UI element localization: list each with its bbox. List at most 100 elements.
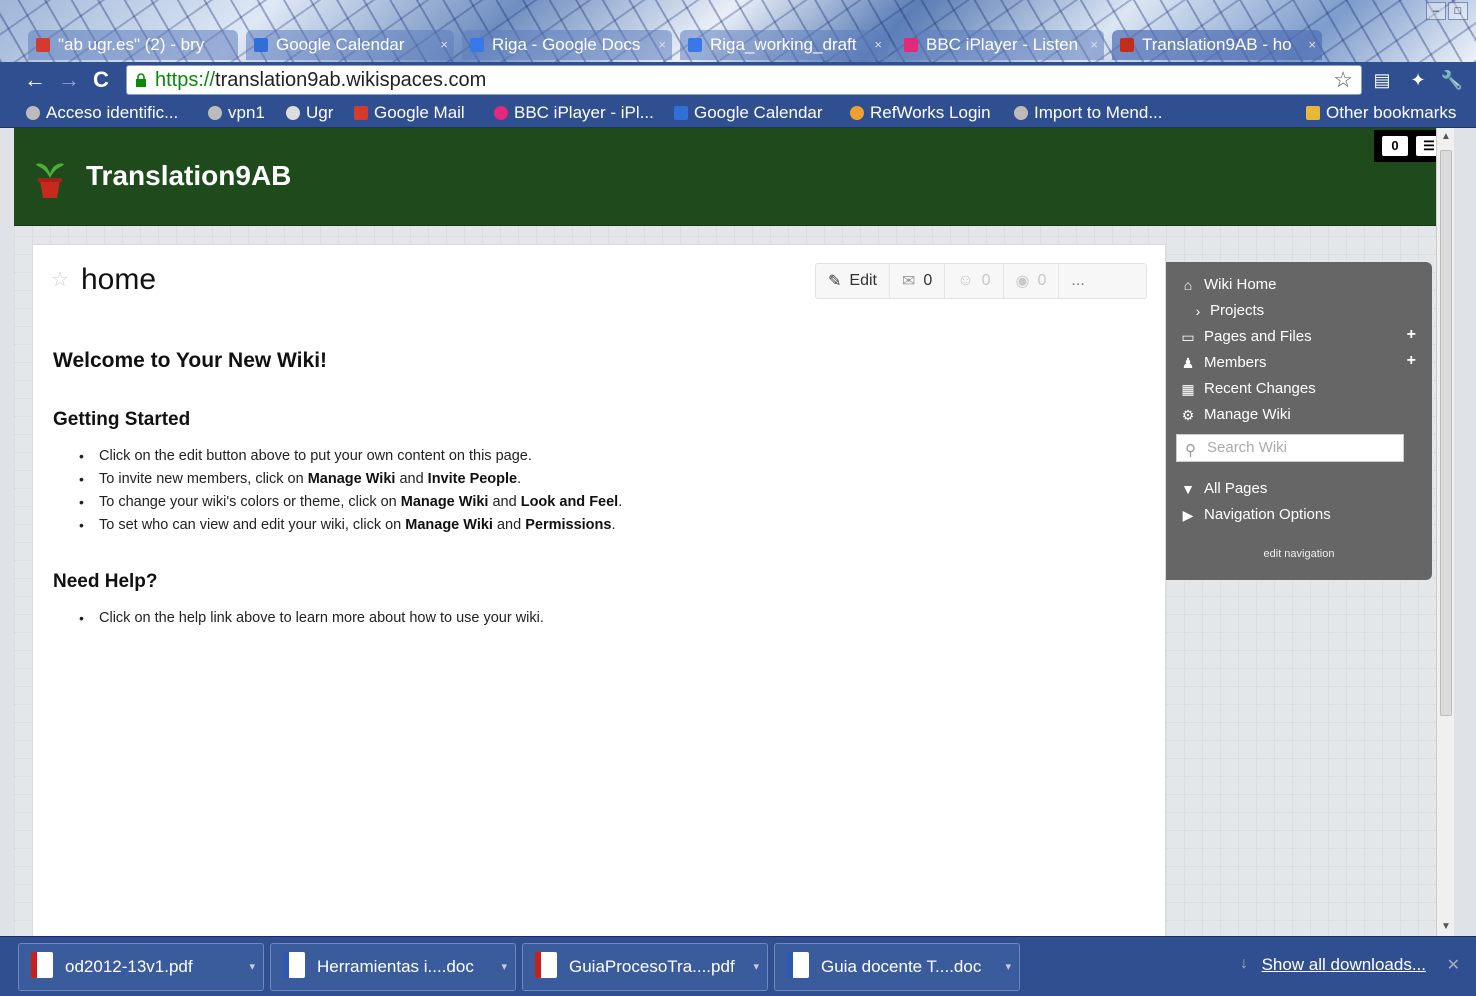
- edit-button[interactable]: ✎ Edit: [816, 264, 890, 298]
- nav-navigation-options[interactable]: ▶ Navigation Options: [1180, 504, 1331, 526]
- other-bookmarks-label: Other bookmarks: [1326, 103, 1457, 122]
- page-scrollbar[interactable]: ▲ ▼: [1436, 128, 1454, 936]
- bookmark-item[interactable]: Acceso identific...: [24, 102, 178, 124]
- tab-translation9ab[interactable]: Translation9AB - ho ×: [1112, 30, 1322, 60]
- scroll-thumb[interactable]: [1440, 150, 1452, 716]
- nav-all-pages[interactable]: ▼ All Pages: [1180, 478, 1267, 500]
- follow-button[interactable]: ◉ 0: [1004, 264, 1060, 298]
- pdf-file-icon: [535, 952, 557, 978]
- download-item[interactable]: od2012-13v1.pdf ▾: [18, 943, 264, 991]
- nav-members[interactable]: ♟ Members: [1180, 352, 1267, 374]
- likes-button[interactable]: ☺ 0: [945, 264, 1004, 298]
- address-bar[interactable]: https://translation9ab.wikispaces.com ☆: [126, 65, 1362, 95]
- url-host: translation9ab.wikispaces.com: [215, 69, 487, 91]
- bookmark-label: Google Calendar: [694, 103, 823, 122]
- wikispaces-icon: [1120, 38, 1134, 52]
- plant-pot-logo-icon: [36, 163, 64, 198]
- calendar-icon: ▦: [1181, 381, 1195, 397]
- other-bookmarks[interactable]: Other bookmarks: [1304, 102, 1456, 124]
- nav-manage-wiki[interactable]: ⚙ Manage Wiki: [1180, 404, 1291, 426]
- page-title: home: [81, 263, 157, 296]
- minimize-icon[interactable]: –: [1426, 2, 1446, 20]
- favorite-star-icon[interactable]: ☆: [51, 267, 69, 292]
- show-all-downloads-link[interactable]: Show all downloads...: [1262, 955, 1426, 975]
- follow-count: 0: [1037, 272, 1047, 289]
- add-page-icon[interactable]: +: [1407, 326, 1416, 344]
- tab-google-calendar[interactable]: Google Calendar ×: [246, 30, 454, 60]
- download-item[interactable]: Herramientas i....doc ▾: [270, 943, 516, 991]
- bookmark-item[interactable]: vpn1: [206, 102, 265, 124]
- wrench-icon[interactable]: 🔧: [1440, 68, 1464, 92]
- bookmark-item[interactable]: Google Mail: [352, 102, 465, 124]
- close-icon[interactable]: ✕: [1447, 955, 1460, 975]
- extension-translate-icon[interactable]: ▤: [1370, 68, 1394, 92]
- bookmark-label: Google Mail: [374, 103, 465, 122]
- close-icon[interactable]: ×: [440, 30, 448, 60]
- close-icon[interactable]: ×: [658, 30, 666, 60]
- bookmark-star-icon[interactable]: ☆: [1333, 66, 1353, 94]
- scroll-up-icon[interactable]: ▲: [1437, 128, 1454, 146]
- wiki-content: Welcome to Your New Wiki! Getting Starte…: [53, 349, 1143, 664]
- help-list: Click on the help link above to learn mo…: [79, 607, 1143, 630]
- close-icon[interactable]: ×: [874, 30, 882, 60]
- nav-pages-and-files[interactable]: ▭ Pages and Files: [1180, 326, 1311, 348]
- like-icon: ☺: [957, 272, 974, 289]
- web-page: Translation9AB 0 ☰ ☆ home ✎ Edit ✉ 0 ☺ 0…: [14, 128, 1454, 936]
- more-actions-button[interactable]: ...: [1059, 264, 1096, 298]
- add-member-icon[interactable]: +: [1407, 352, 1416, 370]
- list-item: Click on the help link above to learn mo…: [79, 607, 1143, 630]
- site-header: Translation9AB 0 ☰: [14, 128, 1452, 226]
- close-icon[interactable]: ×: [1308, 30, 1316, 60]
- tab-label: Riga_working_draft: [710, 35, 857, 54]
- download-item[interactable]: GuiaProcesoTra....pdf ▾: [522, 943, 768, 991]
- nav-wiki-home[interactable]: ⌂ Wiki Home: [1180, 274, 1277, 296]
- edit-navigation-link[interactable]: edit navigation: [1166, 548, 1432, 560]
- main-content: ☆ home ✎ Edit ✉ 0 ☺ 0 ◉ 0 ... Welcome to…: [32, 244, 1166, 936]
- bookmark-item[interactable]: RefWorks Login: [848, 102, 991, 124]
- bookmark-label: vpn1: [228, 103, 265, 122]
- tab-label: Translation9AB - ho: [1142, 35, 1292, 54]
- close-icon[interactable]: ×: [1090, 30, 1098, 60]
- pdf-file-icon: [31, 952, 53, 978]
- chevron-down-icon[interactable]: ▾: [1005, 944, 1011, 990]
- gmail-icon: [354, 106, 368, 120]
- nav-recent-changes[interactable]: ▦ Recent Changes: [1180, 378, 1315, 400]
- globe-icon: [1014, 106, 1028, 120]
- download-arrow-icon: ↓: [1240, 955, 1248, 972]
- search-wiki-input[interactable]: ⚲ Search Wiki: [1176, 434, 1404, 462]
- download-item[interactable]: Guia docente T....doc ▾: [774, 943, 1020, 991]
- likes-count: 0: [981, 272, 991, 289]
- maximize-icon[interactable]: □: [1448, 2, 1468, 20]
- bookmark-item[interactable]: Google Calendar: [672, 102, 823, 124]
- notification-count[interactable]: 0: [1382, 136, 1408, 156]
- tab-riga-draft[interactable]: Riga_working_draft ×: [680, 30, 888, 60]
- comments-button[interactable]: ✉ 0: [890, 264, 946, 298]
- bookmark-label: Import to Mend...: [1034, 103, 1163, 122]
- back-arrow-icon[interactable]: ←: [22, 67, 48, 93]
- caret-right-icon: ▶: [1182, 507, 1194, 523]
- calendar-icon: [254, 38, 268, 52]
- caret-down-icon: ▼: [1181, 481, 1195, 497]
- tab-gmail[interactable]: "ab ugr.es" (2) - bry: [28, 30, 238, 60]
- extension-icon[interactable]: ✦: [1406, 68, 1430, 92]
- nav-projects[interactable]: › Projects: [1194, 300, 1265, 322]
- forward-arrow-icon[interactable]: →: [56, 67, 82, 93]
- bookmark-label: RefWorks Login: [870, 103, 991, 122]
- search-icon: ⚲: [1185, 442, 1196, 459]
- site-title[interactable]: Translation9AB: [86, 160, 291, 192]
- lock-icon: [136, 73, 146, 87]
- tab-bbc-iplayer[interactable]: BBC iPlayer - Listen ×: [896, 30, 1104, 60]
- bookmark-label: Ugr: [306, 103, 334, 122]
- scroll-down-icon[interactable]: ▼: [1437, 918, 1454, 936]
- tab-riga-docs[interactable]: Riga - Google Docs ×: [462, 30, 672, 60]
- calendar-icon: [674, 106, 688, 120]
- reload-icon[interactable]: C: [88, 67, 114, 93]
- chevron-down-icon[interactable]: ▾: [501, 944, 507, 990]
- iplayer-icon: [904, 38, 918, 52]
- chevron-down-icon[interactable]: ▾: [249, 944, 255, 990]
- bookmark-item[interactable]: Ugr: [284, 102, 333, 124]
- globe-icon: [26, 106, 40, 120]
- bookmark-item[interactable]: BBC iPlayer - iPl...: [492, 102, 654, 124]
- chevron-down-icon[interactable]: ▾: [753, 944, 759, 990]
- bookmark-item[interactable]: Import to Mend...: [1012, 102, 1163, 124]
